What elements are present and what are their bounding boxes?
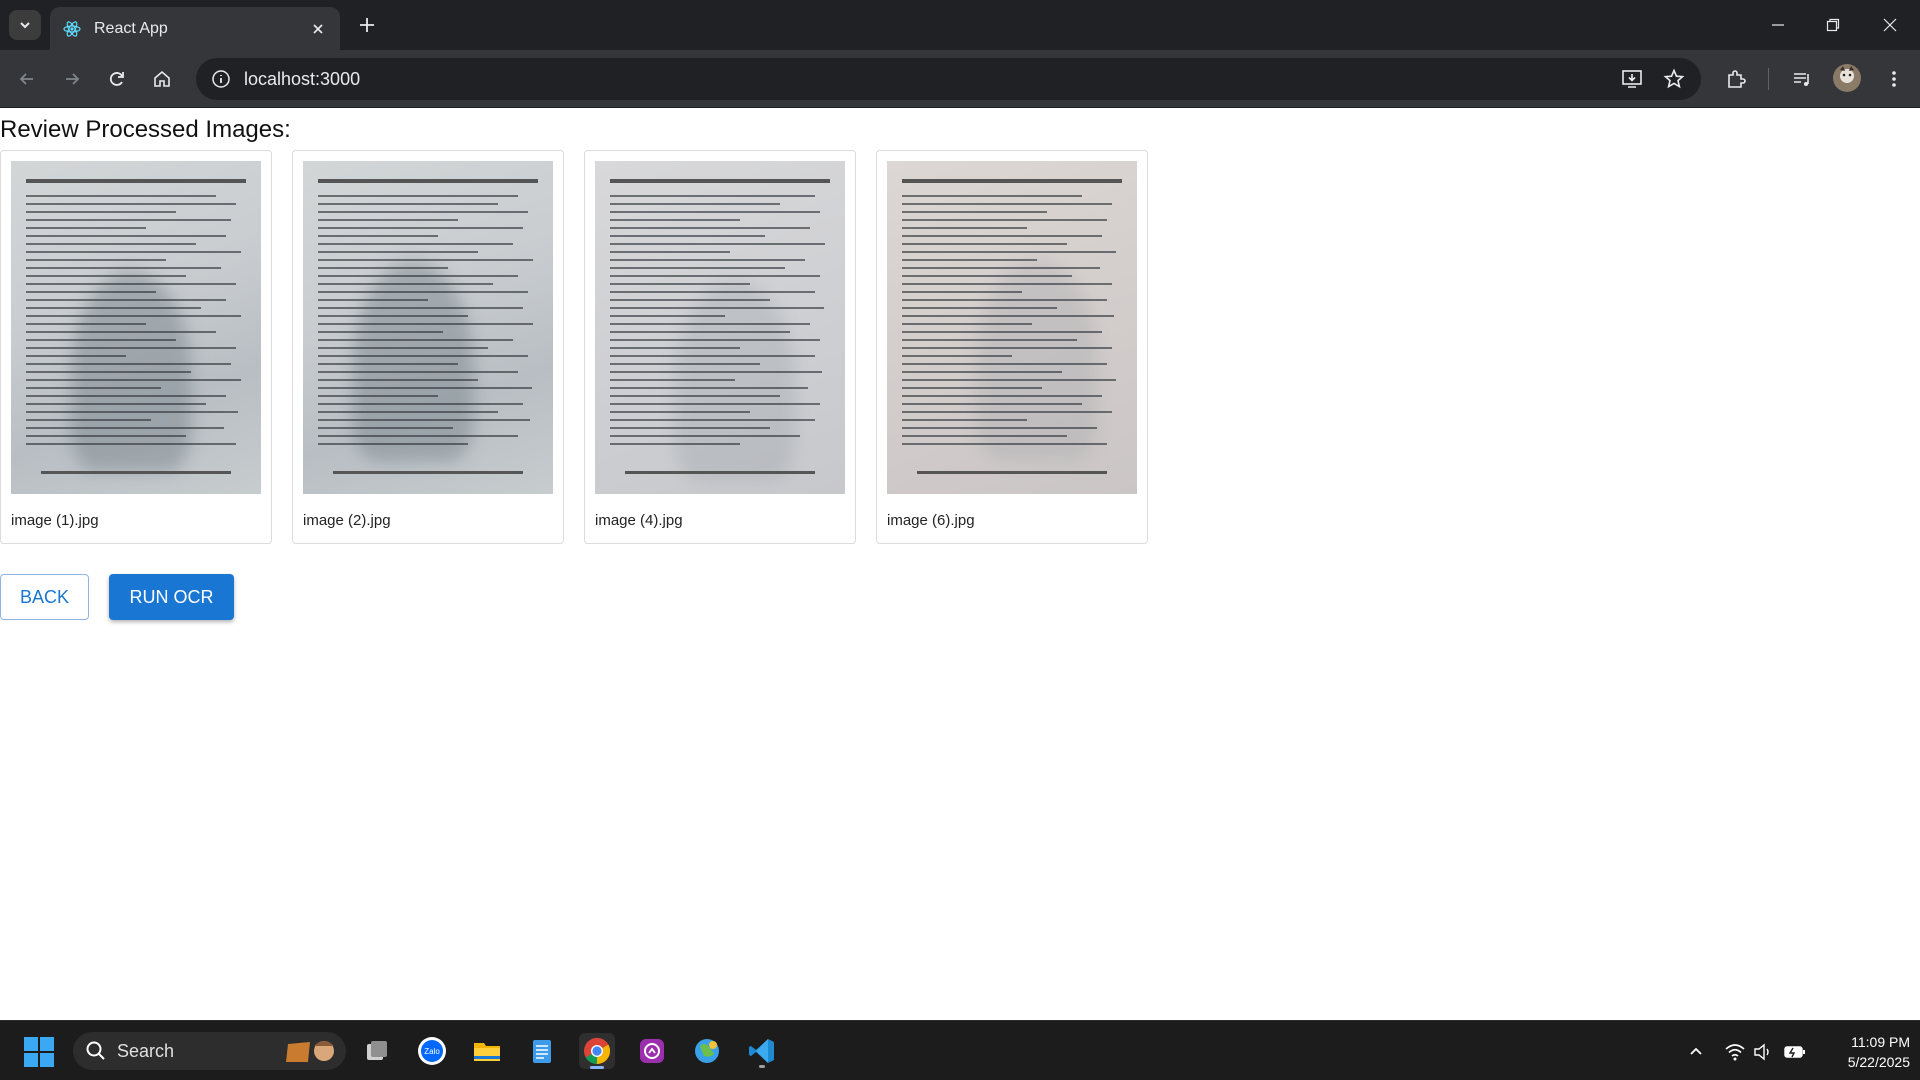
run-ocr-button[interactable]: RUN OCR xyxy=(109,574,234,620)
image-thumbnail[interactable] xyxy=(11,161,261,494)
windows-start-icon[interactable] xyxy=(24,1037,54,1067)
toolbar-divider xyxy=(1768,68,1769,90)
site-info-icon[interactable] xyxy=(206,64,236,94)
image-card[interactable]: image (4).jpg xyxy=(584,150,856,544)
system-clock[interactable]: 11:09 PM 5/22/2025 xyxy=(1820,1032,1910,1072)
minimize-button[interactable] xyxy=(1764,12,1792,38)
image-card[interactable]: image (1).jpg xyxy=(0,150,272,544)
profile-avatar[interactable] xyxy=(1833,64,1861,92)
image-filename: image (2).jpg xyxy=(303,512,391,529)
notepad-icon[interactable] xyxy=(524,1033,560,1069)
playlist-icon xyxy=(1794,73,1809,86)
browser-toolbar: localhost:3000 xyxy=(0,50,1920,108)
address-bar[interactable]: localhost:3000 xyxy=(196,58,1701,100)
image-filename: image (6).jpg xyxy=(887,512,975,529)
new-tab-button[interactable] xyxy=(354,12,380,38)
forward-nav-button[interactable] xyxy=(57,64,87,94)
puzzle-icon xyxy=(1728,70,1746,88)
image-filename: image (4).jpg xyxy=(595,512,683,529)
home-icon xyxy=(154,70,170,87)
close-tab-icon[interactable] xyxy=(308,19,328,39)
taskbar: Search Zalo 11:09 PM 5/22/2025 xyxy=(0,1020,1920,1080)
tab-search-button[interactable] xyxy=(9,10,41,40)
media-controls-button[interactable] xyxy=(1786,64,1818,94)
messenger-icon[interactable] xyxy=(634,1033,670,1069)
chevron-down-icon xyxy=(20,22,30,29)
more-vert-icon xyxy=(1892,71,1896,87)
search-icon xyxy=(86,1041,105,1060)
restore-button[interactable] xyxy=(1819,12,1847,38)
page-title: Review Processed Images: xyxy=(0,116,291,143)
browser-menu-button[interactable] xyxy=(1878,64,1910,94)
home-button[interactable] xyxy=(147,64,177,94)
image-card[interactable]: image (6).jpg xyxy=(876,150,1148,544)
network-globe-icon[interactable] xyxy=(689,1033,725,1069)
react-logo-icon xyxy=(63,20,81,37)
tab-title: React App xyxy=(94,19,168,37)
minimize-icon xyxy=(1772,24,1784,26)
arrow-left-icon xyxy=(19,73,33,85)
image-thumbnail[interactable] xyxy=(595,161,845,494)
image-thumbnail[interactable] xyxy=(887,161,1137,494)
clock-time: 11:09 PM xyxy=(1851,1034,1910,1050)
clock-date: 5/22/2025 xyxy=(1847,1054,1910,1070)
taskbar-search[interactable]: Search xyxy=(73,1032,346,1070)
bookmark-star-icon[interactable] xyxy=(1659,64,1689,94)
volume-icon[interactable] xyxy=(1752,1041,1774,1063)
arrow-right-icon xyxy=(66,73,80,85)
plus-icon xyxy=(360,18,374,32)
active-app-indicator xyxy=(590,1066,604,1069)
task-view-icon[interactable] xyxy=(359,1033,395,1069)
install-app-icon[interactable] xyxy=(1617,64,1647,94)
chrome-icon[interactable] xyxy=(579,1033,615,1069)
url-text[interactable]: localhost:3000 xyxy=(244,69,1617,90)
search-label: Search xyxy=(117,1040,175,1061)
reload-button[interactable] xyxy=(102,64,132,94)
back-button[interactable]: BACK xyxy=(0,574,89,620)
reload-icon xyxy=(109,72,124,86)
image-thumbnail[interactable] xyxy=(303,161,553,494)
image-card[interactable]: image (2).jpg xyxy=(292,150,564,544)
image-filename: image (1).jpg xyxy=(11,512,99,529)
back-nav-button[interactable] xyxy=(12,64,42,94)
browser-tab-strip: React App xyxy=(0,0,1920,50)
battery-icon[interactable] xyxy=(1784,1041,1806,1063)
close-icon xyxy=(1883,18,1897,32)
restore-icon xyxy=(1826,18,1840,32)
extensions-button[interactable] xyxy=(1720,64,1752,94)
vscode-icon[interactable] xyxy=(744,1033,780,1069)
svg-text:Zalo: Zalo xyxy=(424,1047,440,1056)
close-window-button[interactable] xyxy=(1876,12,1904,38)
zalo-icon[interactable]: Zalo xyxy=(414,1033,450,1069)
search-highlight-icon xyxy=(286,1041,334,1062)
page-content: Review Processed Images: image (1).jpg i… xyxy=(0,109,1920,1020)
running-app-indicator xyxy=(759,1065,765,1068)
browser-tab-active[interactable]: React App xyxy=(50,7,340,50)
file-explorer-icon[interactable] xyxy=(469,1033,505,1069)
chevron-up-icon[interactable] xyxy=(1685,1041,1707,1063)
wifi-icon[interactable] xyxy=(1724,1041,1746,1063)
